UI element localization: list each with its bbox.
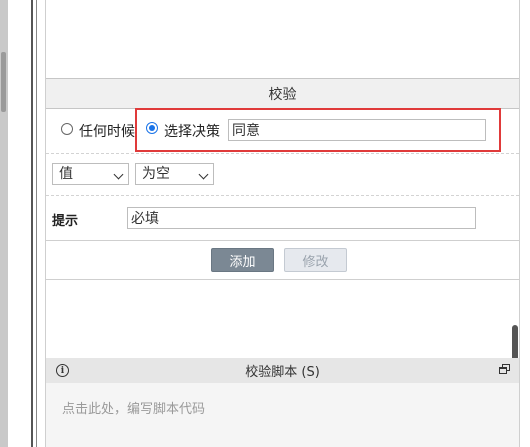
chevron-down-icon — [198, 169, 209, 180]
value-type-select-value: 值 — [59, 166, 73, 182]
left-scrollbar-track[interactable] — [0, 0, 8, 447]
divider — [46, 153, 519, 154]
highlight-box — [135, 108, 501, 152]
divider — [31, 0, 33, 447]
hint-label: 提示 — [52, 214, 79, 229]
radio-any-time[interactable] — [61, 123, 73, 135]
restore-window-icon[interactable] — [499, 364, 511, 376]
script-panel-title: 校验脚本 (S) — [245, 365, 320, 380]
radio-any-time-label[interactable]: 任何时候 — [79, 121, 135, 141]
info-icon[interactable]: i — [56, 364, 69, 377]
value-type-select[interactable]: 值 — [52, 163, 129, 185]
divider — [46, 240, 519, 241]
divider — [36, 0, 37, 447]
properties-panel: 校验 任何时候 选择决策 值 为空 提示 添加 修改 i 校验脚本 (S) 点击… — [46, 0, 519, 447]
script-panel-header[interactable]: i 校验脚本 (S) — [46, 358, 519, 383]
condition-select[interactable]: 为空 — [135, 163, 214, 185]
edit-button[interactable]: 修改 — [284, 248, 347, 272]
condition-select-value: 为空 — [142, 166, 170, 182]
chevron-down-icon — [113, 169, 124, 180]
script-editor-placeholder: 点击此处，编写脚本代码 — [62, 402, 206, 417]
section-title: 校验 — [268, 86, 297, 103]
left-scrollbar-thumb[interactable] — [1, 52, 6, 112]
hint-input[interactable] — [127, 207, 476, 229]
add-button[interactable]: 添加 — [211, 248, 274, 272]
divider — [519, 0, 520, 447]
divider — [46, 279, 519, 280]
section-header-validation: 校验 — [46, 78, 519, 109]
script-editor[interactable]: 点击此处，编写脚本代码 — [46, 383, 519, 447]
divider — [46, 195, 519, 196]
